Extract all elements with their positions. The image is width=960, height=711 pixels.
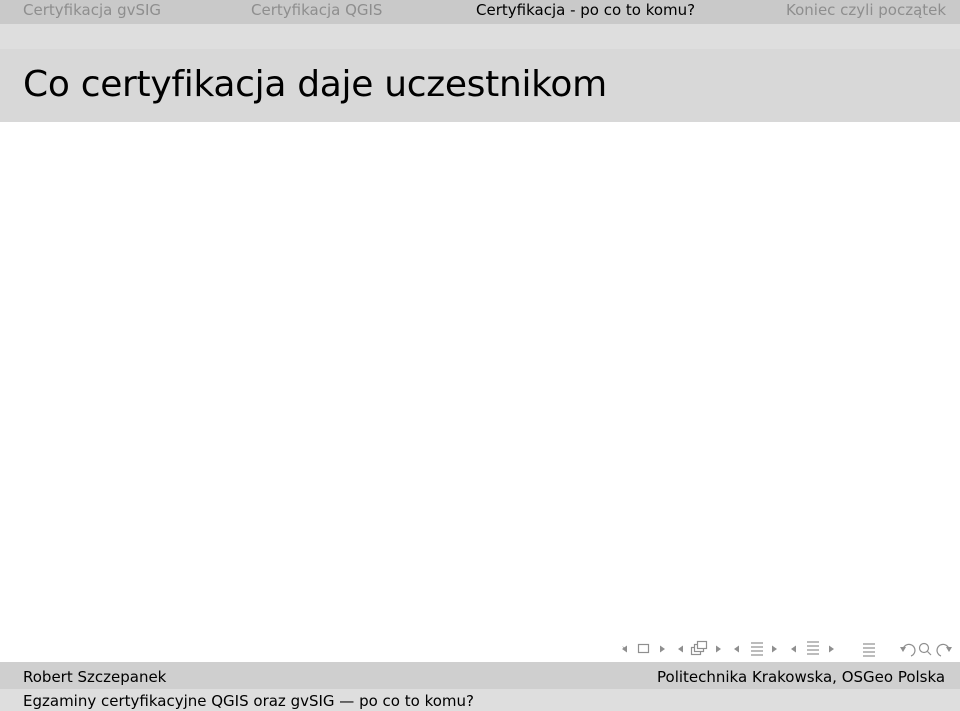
section-icon[interactable] [807, 641, 819, 655]
subsection-prev-icon[interactable] [734, 645, 739, 653]
slide-prev-icon[interactable] [622, 645, 627, 653]
footer-title-bar: Egzaminy certyfikacyjne QGIS oraz gvSIG … [0, 689, 960, 711]
section-next-icon[interactable] [829, 645, 834, 653]
section-prev-icon[interactable] [791, 645, 796, 653]
frame-prev-icon[interactable] [678, 645, 683, 653]
footer-author-bar: Robert Szczepanek Politechnika Krakowska… [0, 662, 960, 689]
slide-next-icon[interactable] [660, 645, 665, 653]
navigation-symbols [0, 0, 960, 711]
footer-author: Robert Szczepanek [23, 668, 167, 686]
footer-title: Egzaminy certyfikacyjne QGIS oraz gvSIG … [23, 692, 474, 710]
slide-icon[interactable] [637, 643, 650, 654]
frame-icon[interactable] [690, 640, 708, 656]
forward-icon[interactable] [936, 643, 952, 657]
frame-next-icon[interactable] [716, 645, 721, 653]
navigation-symbols-svg [622, 640, 952, 657]
footer-institute: Politechnika Krakowska, OSGeo Polska [657, 668, 946, 686]
subsection-icon[interactable] [751, 642, 763, 656]
toc-icon[interactable] [863, 643, 875, 657]
back-icon[interactable] [900, 643, 916, 657]
subsection-next-icon[interactable] [772, 645, 777, 653]
search-icon[interactable] [918, 642, 932, 656]
